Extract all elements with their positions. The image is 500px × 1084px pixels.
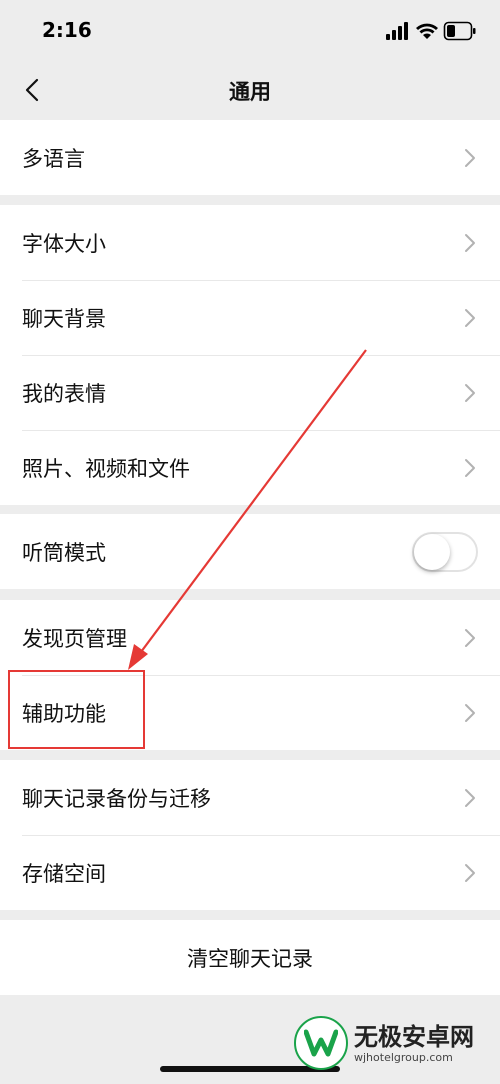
nav-bar: 通用 <box>0 62 500 118</box>
chevron-right-icon <box>465 458 475 477</box>
row-storage-space[interactable]: 存储空间 <box>0 835 500 910</box>
settings-group-display: 字体大小 聊天背景 我的表情 照片、视频和文件 <box>0 205 500 505</box>
chevron-right-icon <box>465 788 475 807</box>
row-label: 多语言 <box>22 146 85 171</box>
chevron-right-icon <box>465 148 475 167</box>
row-chat-backup[interactable]: 聊天记录备份与迁移 <box>0 760 500 835</box>
signal-icon <box>386 22 408 40</box>
chevron-right-icon <box>465 863 475 882</box>
row-media-files[interactable]: 照片、视频和文件 <box>0 430 500 505</box>
status-time: 2:16 <box>42 18 92 42</box>
row-language[interactable]: 多语言 <box>0 120 500 195</box>
settings-group-language: 多语言 <box>0 120 500 195</box>
row-label: 聊天背景 <box>22 306 106 331</box>
page-title: 通用 <box>229 80 271 104</box>
toggle-knob <box>414 533 450 570</box>
row-accessibility[interactable]: 辅助功能 <box>0 675 500 750</box>
status-bar: 2:16 <box>0 0 500 62</box>
row-label: 发现页管理 <box>22 626 127 651</box>
settings-group-storage: 聊天记录备份与迁移 存储空间 <box>0 760 500 910</box>
watermark: 无极安卓网 wjhotelgroup.com <box>294 1008 494 1078</box>
watermark-logo-icon <box>294 1016 348 1070</box>
row-discover-management[interactable]: 发现页管理 <box>0 600 500 675</box>
row-label: 聊天记录备份与迁移 <box>22 786 211 811</box>
row-label: 听筒模式 <box>22 540 106 565</box>
wifi-icon <box>416 23 438 39</box>
row-my-stickers[interactable]: 我的表情 <box>0 355 500 430</box>
row-label: 照片、视频和文件 <box>22 456 190 481</box>
chevron-right-icon <box>465 703 475 722</box>
settings-group-earpiece: 听筒模式 <box>0 514 500 589</box>
chevron-right-icon <box>465 383 475 402</box>
clear-chat-history-button[interactable]: 清空聊天记录 <box>0 920 500 995</box>
row-label: 辅助功能 <box>22 701 106 726</box>
watermark-name: 无极安卓网 <box>354 1022 474 1051</box>
row-earpiece-mode: 听筒模式 <box>0 514 500 589</box>
row-label: 我的表情 <box>22 381 106 406</box>
row-label: 存储空间 <box>22 861 106 886</box>
earpiece-mode-toggle[interactable] <box>412 531 478 572</box>
row-label: 字体大小 <box>22 231 106 256</box>
row-font-size[interactable]: 字体大小 <box>0 205 500 280</box>
watermark-text: 无极安卓网 wjhotelgroup.com <box>354 1023 474 1064</box>
battery-icon <box>443 21 476 41</box>
chevron-right-icon <box>465 628 475 647</box>
row-chat-background[interactable]: 聊天背景 <box>0 280 500 355</box>
chevron-right-icon <box>465 308 475 327</box>
settings-group-discover: 发现页管理 辅助功能 <box>0 600 500 750</box>
chevron-right-icon <box>465 233 475 252</box>
status-icons <box>386 20 478 42</box>
watermark-url: wjhotelgroup.com <box>354 1050 453 1064</box>
